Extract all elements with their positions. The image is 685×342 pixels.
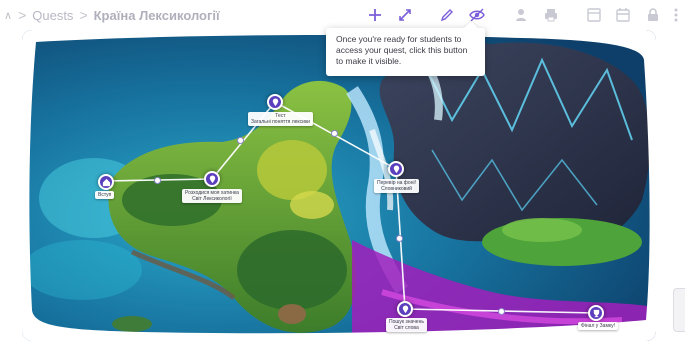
pin-icon: [393, 164, 399, 173]
tooltip-text: Once you're ready for students to access…: [336, 34, 468, 66]
quest-node-end[interactable]: [588, 305, 604, 321]
path-midpoint[interactable]: [498, 308, 505, 315]
quest-editor: ∧ > Quests > Країна Лексикології Вступ Р…: [0, 0, 685, 342]
add-icon[interactable]: [367, 7, 383, 23]
printer-icon[interactable]: [543, 7, 559, 23]
top-toolbar: ∧ > Quests > Країна Лексикології: [0, 0, 685, 30]
breadcrumb-quests-link[interactable]: Quests: [32, 8, 73, 23]
pin-icon: [402, 304, 408, 313]
home-icon: [102, 178, 110, 186]
path-midpoint[interactable]: [154, 177, 161, 184]
quest-node-start[interactable]: [98, 174, 114, 190]
path-midpoint[interactable]: [396, 235, 403, 242]
layout-icon[interactable]: [586, 7, 602, 23]
pin-icon: [272, 97, 278, 106]
person-icon[interactable]: [514, 7, 530, 23]
quest-node-label: Розходися моя хатинка Світ Лексикології: [182, 189, 242, 203]
lock-icon[interactable]: [645, 7, 661, 23]
quest-node-label: Пошук значень Світ слова: [386, 318, 427, 332]
breadcrumb: ∧ > Quests > Країна Лексикології: [0, 7, 220, 23]
quest-node-5[interactable]: [397, 301, 413, 317]
edit-icon[interactable]: [439, 7, 455, 23]
pin-icon: [209, 174, 215, 183]
quest-node-label: Вступ: [95, 191, 115, 199]
quest-node-label: Тест Загальні поняття лексики: [248, 112, 313, 126]
quest-node-2[interactable]: [204, 171, 220, 187]
visibility-tooltip: Once you're ready for students to access…: [326, 28, 485, 76]
quest-node-4[interactable]: [388, 161, 404, 177]
side-panel-tab[interactable]: [673, 288, 685, 332]
quest-node-label: Фінал у Замку!: [578, 322, 619, 330]
calendar-icon[interactable]: [615, 7, 631, 23]
expand-icon[interactable]: [397, 7, 413, 23]
quest-title: Країна Лексикології: [93, 7, 220, 23]
breadcrumb-separator: >: [18, 7, 27, 23]
trophy-icon: [593, 309, 599, 317]
quest-node-3[interactable]: [267, 94, 283, 110]
quest-path: [105, 101, 597, 314]
breadcrumb-separator: >: [79, 7, 88, 23]
quest-node-label: Перевір на фоні! Словниковий: [374, 179, 419, 193]
collapse-icon[interactable]: ∧: [4, 9, 12, 22]
path-midpoint[interactable]: [331, 130, 338, 137]
more-icon[interactable]: [668, 7, 684, 23]
path-midpoint[interactable]: [237, 137, 244, 144]
quest-map[interactable]: Вступ Розходися моя хатинка Світ Лексико…: [22, 30, 656, 341]
